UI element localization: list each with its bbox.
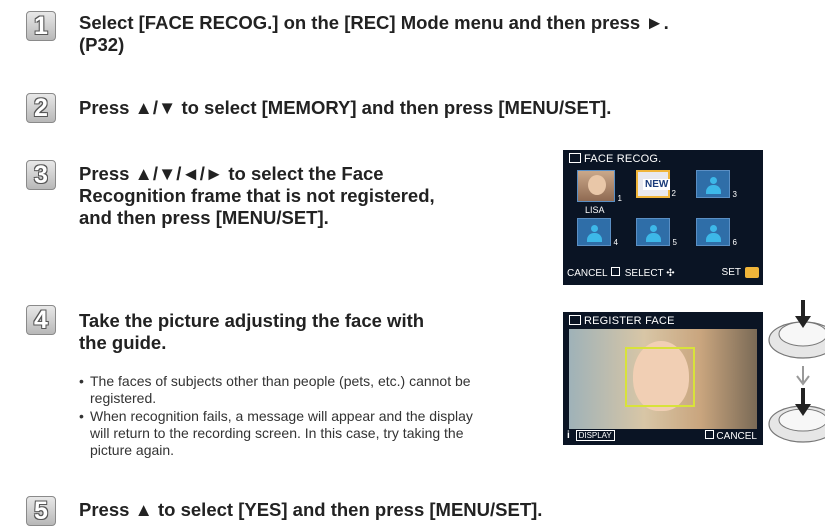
person-icon	[587, 225, 602, 243]
step-4-notes: The faces of subjects other than people …	[79, 373, 489, 460]
cancel-label: CANCEL	[716, 431, 757, 442]
person-icon	[646, 225, 661, 243]
frame-number: 2	[671, 189, 676, 198]
dpad-icon: ✣	[666, 268, 675, 279]
face-frame-empty: 6	[696, 218, 737, 247]
shutter-button-top	[768, 321, 825, 359]
step-line: Press ▲/▼ to select [MEMORY] and then pr…	[79, 97, 612, 118]
face-recog-screen: FACE RECOG. 1 LISA NEW 2 3 4 5 6 CANCEL …	[563, 150, 763, 285]
display-label: DISPLAY	[575, 430, 615, 441]
step-number: 2	[34, 93, 48, 122]
face-frame-empty: 4	[577, 218, 618, 247]
trash-icon	[705, 430, 715, 439]
select-label: SELECT	[624, 268, 664, 279]
step-number: 4	[34, 305, 48, 334]
step-4-badge: 4	[26, 305, 56, 335]
person-icon	[706, 225, 721, 243]
face-menu-icon	[569, 153, 581, 163]
step-line: and then press [MENU/SET].	[79, 207, 329, 228]
step-1-badge: 1	[26, 11, 56, 41]
face-frame-photo: 1	[577, 170, 622, 203]
set-label: SET	[721, 267, 741, 278]
note-item: The faces of subjects other than people …	[79, 373, 489, 407]
step-number: 1	[34, 11, 48, 40]
step-line: Take the picture adjusting the face with	[79, 310, 425, 331]
face-name: LISA	[585, 205, 605, 215]
screen-title: REGISTER FACE	[569, 315, 675, 327]
step-5-badge: 5	[26, 496, 56, 526]
face-menu-icon	[569, 315, 581, 325]
step-line: (P32)	[79, 34, 125, 55]
step-line: Select [FACE RECOG.] on the [REC] Mode m…	[79, 12, 669, 33]
person-icon	[706, 177, 721, 195]
screen-footer: CANCEL SELECT ✣ SET	[567, 267, 759, 279]
step-3-text: Press ▲/▼/◄/► to select the Face Recogni…	[79, 163, 519, 229]
down-arrow-icon	[796, 366, 810, 386]
step-3-badge: 3	[26, 160, 56, 190]
face-frame-empty: 3	[696, 170, 737, 199]
register-face-screen: REGISTER FACE i DISPLAY CANCEL	[563, 312, 763, 445]
screen-footer: i DISPLAY CANCEL	[567, 430, 759, 442]
info-icon: i	[567, 430, 570, 441]
step-line: Press ▲/▼/◄/► to select the Face	[79, 163, 384, 184]
shutter-button-bottom	[768, 405, 825, 443]
step-number: 3	[34, 160, 48, 189]
preview-photo	[569, 329, 757, 429]
note-item: When recognition fails, a message will a…	[79, 408, 489, 459]
step-line: Recognition frame that is not registered…	[79, 185, 435, 206]
face-frame-new: NEW 2	[636, 170, 676, 198]
screen-title: FACE RECOG.	[569, 153, 661, 165]
step-line: Press ▲ to select [YES] and then press […	[79, 499, 543, 520]
shutter-button-illustration	[768, 300, 825, 443]
menu-set-icon	[745, 267, 759, 278]
step-number: 5	[34, 496, 48, 525]
step-5-text: Press ▲ to select [YES] and then press […	[79, 499, 819, 521]
frame-number: 1	[617, 194, 622, 203]
step-2-text: Press ▲/▼ to select [MEMORY] and then pr…	[79, 97, 819, 119]
trash-icon	[610, 267, 620, 276]
step-4-text: Take the picture adjusting the face with…	[79, 310, 519, 354]
face-thumbnail	[588, 175, 606, 195]
face-frame-empty: 5	[636, 218, 677, 247]
cancel-label: CANCEL	[567, 268, 608, 279]
step-1-text: Select [FACE RECOG.] on the [REC] Mode m…	[79, 12, 819, 56]
face-guide-frame	[625, 347, 695, 407]
step-2-badge: 2	[26, 93, 56, 123]
step-line: the guide.	[79, 332, 167, 353]
